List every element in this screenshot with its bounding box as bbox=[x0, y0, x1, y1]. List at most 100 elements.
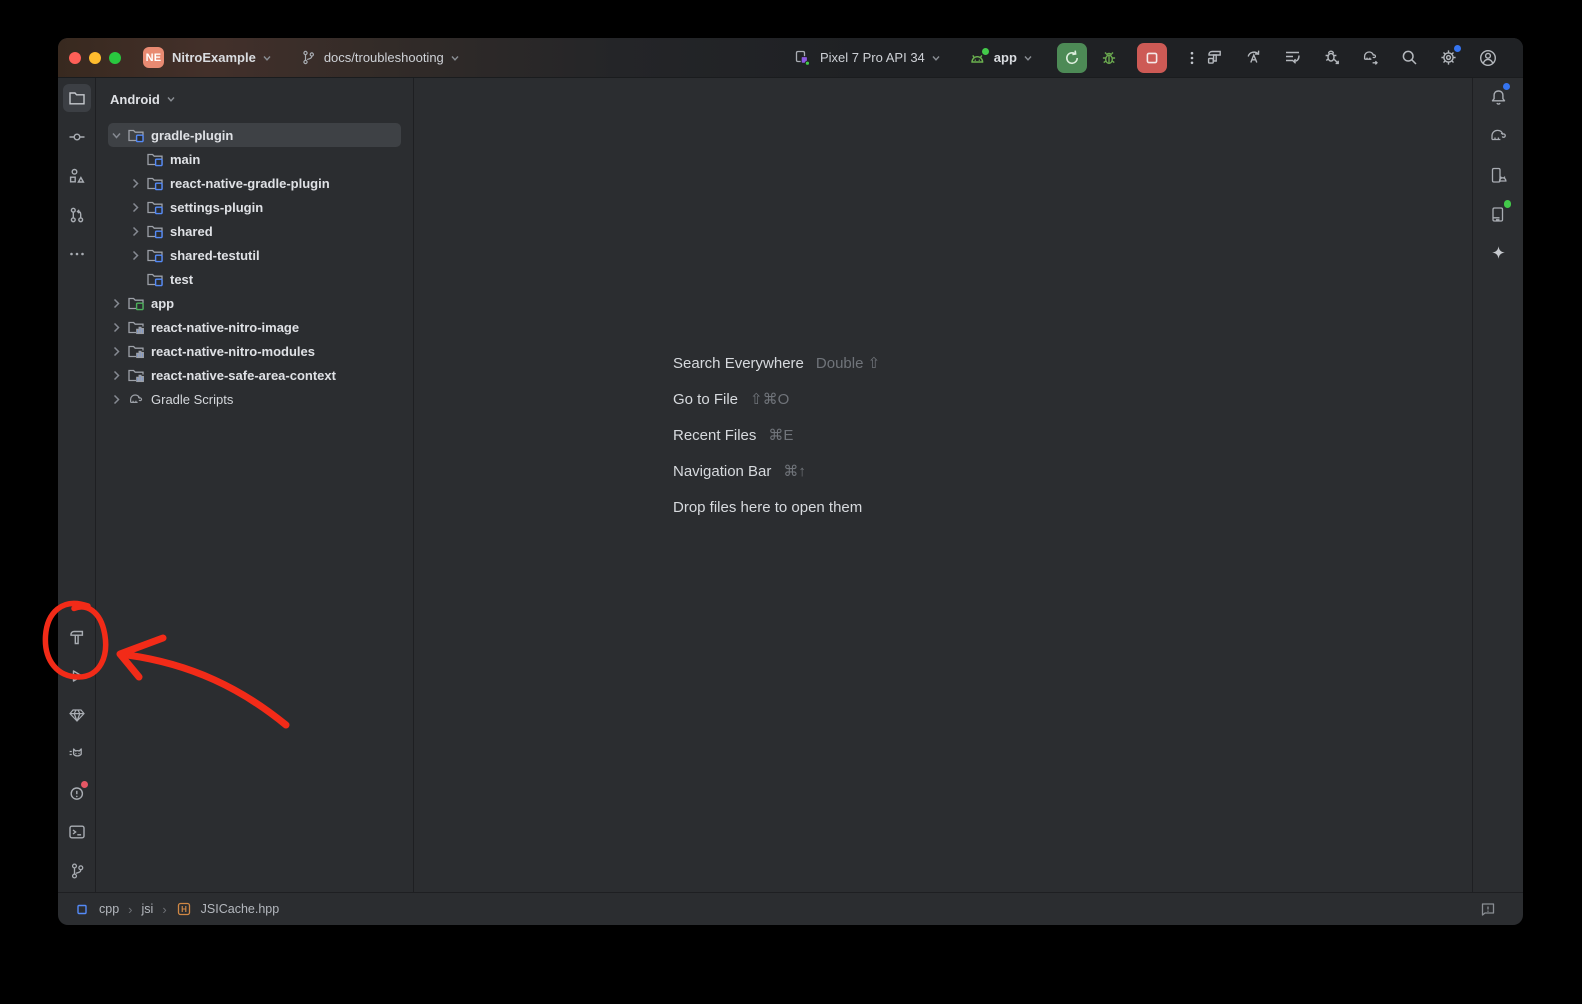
apply-changes-button[interactable] bbox=[1240, 44, 1267, 71]
editor-empty-state: Search EverywhereDouble ⇧Go to File⇧⌘ORe… bbox=[414, 78, 1472, 892]
debug-bug-icon bbox=[1099, 48, 1119, 68]
project-panel: Android gradle-plugin main react-native-gr… bbox=[96, 78, 414, 892]
device-selector[interactable]: Pixel 7 Pro API 34 bbox=[793, 48, 943, 67]
tree-item-label: react-native-gradle-plugin bbox=[170, 176, 330, 191]
project-view-mode: Android bbox=[110, 92, 160, 107]
attach-debugger-button[interactable] bbox=[1318, 44, 1345, 71]
breadcrumb-item[interactable]: cpp bbox=[99, 902, 119, 916]
tree-item-test[interactable]: test bbox=[96, 267, 413, 291]
android-studio-window: NE NitroExample docs/troubleshooting Pix… bbox=[58, 38, 1523, 925]
tree-chevron-icon[interactable] bbox=[108, 127, 125, 143]
run-configuration-selector[interactable]: app bbox=[967, 48, 1035, 68]
pull-requests-tool-button[interactable] bbox=[63, 201, 91, 229]
tree-chevron-icon[interactable] bbox=[127, 223, 144, 239]
terminal-tool-button[interactable] bbox=[63, 818, 91, 846]
settings-notification-dot bbox=[1454, 45, 1461, 52]
tree-item-shared-testutil[interactable]: shared-testutil bbox=[96, 243, 413, 267]
project-tool-button[interactable] bbox=[63, 84, 91, 112]
tree-chevron-icon[interactable] bbox=[127, 199, 144, 215]
module-icon bbox=[127, 126, 145, 144]
folder-icon bbox=[67, 88, 87, 108]
tree-chevron-icon[interactable] bbox=[127, 175, 144, 191]
notifications-tool-button[interactable] bbox=[1484, 83, 1512, 111]
virtual-device-icon bbox=[793, 48, 812, 67]
project-view-selector[interactable]: Android bbox=[96, 86, 413, 112]
status-bar: cpp › jsi › H JSICache.hpp bbox=[58, 892, 1523, 925]
tree-chevron-icon[interactable] bbox=[108, 343, 125, 359]
gemini-tool-button[interactable] bbox=[1484, 239, 1512, 267]
shortcut-hint-label: Drop files here to open them bbox=[673, 499, 862, 516]
breadcrumb-item[interactable]: JSICache.hpp bbox=[201, 902, 280, 916]
tree-item-gradle-plugin[interactable]: gradle-plugin bbox=[96, 123, 413, 147]
sparkle-icon bbox=[1488, 243, 1509, 264]
shortcut-hint-row: Drop files here to open them bbox=[673, 496, 880, 518]
app-quality-insights-tool-button[interactable] bbox=[63, 701, 91, 729]
tree-chevron-placeholder bbox=[127, 271, 144, 287]
gradle-tool-button[interactable] bbox=[1484, 122, 1512, 150]
tree-chevron-icon[interactable] bbox=[108, 319, 125, 335]
chevron-down-icon bbox=[164, 92, 178, 106]
search-everywhere-button[interactable] bbox=[1396, 44, 1423, 71]
git-branch-icon bbox=[67, 861, 87, 881]
zoom-window-button[interactable] bbox=[109, 52, 121, 64]
more-tool-windows-button[interactable] bbox=[63, 240, 91, 268]
terminal-icon bbox=[67, 822, 87, 842]
device-manager-tool-button[interactable] bbox=[1484, 161, 1512, 189]
notifications-dot bbox=[1503, 83, 1510, 90]
problems-tool-button[interactable] bbox=[63, 779, 91, 807]
tree-item-shared[interactable]: shared bbox=[96, 219, 413, 243]
build-project-button[interactable] bbox=[1201, 44, 1228, 71]
right-tool-stripe bbox=[1472, 78, 1523, 892]
branch-selector[interactable]: docs/troubleshooting bbox=[300, 49, 462, 66]
apply-code-changes-button[interactable] bbox=[1279, 44, 1306, 71]
tree-item-label: gradle-plugin bbox=[151, 128, 233, 143]
run-config-name: app bbox=[994, 50, 1017, 65]
tree-item-settings-plugin[interactable]: settings-plugin bbox=[96, 195, 413, 219]
event-log-button[interactable] bbox=[1479, 900, 1497, 918]
stop-button[interactable] bbox=[1137, 43, 1167, 73]
breadcrumb: cpp › jsi › H JSICache.hpp bbox=[75, 901, 279, 917]
breadcrumb-item[interactable]: jsi bbox=[142, 902, 154, 916]
gradle-sync-button[interactable] bbox=[1357, 44, 1384, 71]
svg-text:H: H bbox=[181, 905, 187, 914]
close-window-button[interactable] bbox=[69, 52, 81, 64]
logcat-tool-button[interactable] bbox=[63, 740, 91, 768]
tree-chevron-icon[interactable] bbox=[127, 247, 144, 263]
shortcut-hint-keys: ⌘E bbox=[768, 426, 793, 444]
account-button[interactable] bbox=[1474, 44, 1501, 71]
settings-button[interactable] bbox=[1435, 44, 1462, 71]
chevron-down-icon bbox=[260, 51, 274, 65]
project-tree: gradle-plugin main react-native-gradle-plu… bbox=[96, 123, 413, 411]
minimize-window-button[interactable] bbox=[89, 52, 101, 64]
device-name: Pixel 7 Pro API 34 bbox=[820, 50, 925, 65]
shortcut-hint-keys: ⇧⌘O bbox=[750, 390, 789, 408]
shortcut-hint-row: Navigation Bar⌘↑ bbox=[673, 460, 880, 482]
tree-item-react-native-nitro-modules[interactable]: react-native-nitro-modules bbox=[96, 339, 413, 363]
project-selector[interactable]: NitroExample bbox=[164, 50, 274, 65]
running-devices-tool-button[interactable] bbox=[1484, 200, 1512, 228]
device-online-dot bbox=[1504, 200, 1512, 208]
breadcrumb-separator: › bbox=[128, 902, 132, 917]
run-tool-button[interactable] bbox=[63, 662, 91, 690]
module-icon bbox=[146, 270, 164, 288]
tree-item-main[interactable]: main bbox=[96, 147, 413, 171]
tree-item-app[interactable]: app bbox=[96, 291, 413, 315]
shortcut-hint-label: Go to File bbox=[673, 391, 738, 408]
tree-chevron-icon[interactable] bbox=[108, 295, 125, 311]
git-branch-icon bbox=[300, 49, 317, 66]
version-control-tool-button[interactable] bbox=[63, 857, 91, 885]
tree-item-label: shared bbox=[170, 224, 213, 239]
debug-button[interactable] bbox=[1096, 44, 1123, 71]
rerun-button[interactable] bbox=[1057, 43, 1087, 73]
structure-tool-button[interactable] bbox=[63, 162, 91, 190]
tree-chevron-icon[interactable] bbox=[108, 367, 125, 383]
tree-item-react-native-gradle-plugin[interactable]: react-native-gradle-plugin bbox=[96, 171, 413, 195]
tree-chevron-icon[interactable] bbox=[108, 391, 125, 407]
pull-requests-icon bbox=[67, 205, 87, 225]
shortcut-hint-row: Search EverywhereDouble ⇧ bbox=[673, 352, 880, 374]
tree-item-react-native-safe-area-context[interactable]: react-native-safe-area-context bbox=[96, 363, 413, 387]
tree-item-gradle-scripts[interactable]: Gradle Scripts bbox=[96, 387, 413, 411]
build-tool-button[interactable] bbox=[63, 623, 91, 651]
commit-tool-button[interactable] bbox=[63, 123, 91, 151]
tree-item-react-native-nitro-image[interactable]: react-native-nitro-image bbox=[96, 315, 413, 339]
